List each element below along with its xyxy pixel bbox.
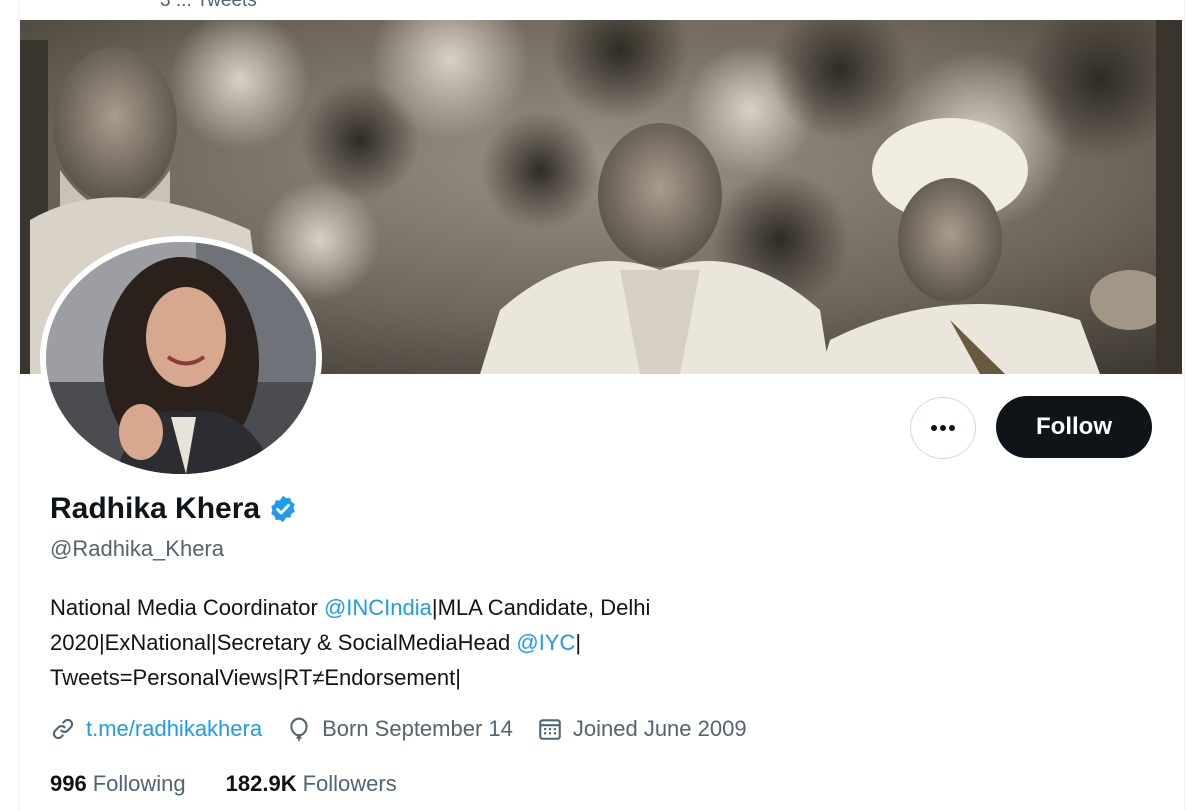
avatar[interactable] — [46, 242, 316, 474]
mention-link-iyc[interactable]: @IYC — [516, 630, 575, 655]
followers-count: 182.9K — [225, 771, 297, 796]
bio-text: National Media Coordinator — [50, 595, 324, 620]
bio-line: 2020|ExNational|Secretary & SocialMediaH… — [50, 625, 890, 660]
profile-meta: t.me/radhikakhera Born September 14 Join… — [50, 716, 771, 742]
website-link[interactable]: t.me/radhikakhera — [86, 716, 262, 742]
bio-text: 2020|ExNational|Secretary & SocialMediaH… — [50, 630, 517, 655]
more-options-button[interactable] — [910, 397, 976, 459]
link-icon — [52, 718, 74, 740]
follow-button[interactable]: Follow — [996, 396, 1152, 458]
joined-text: Joined June 2009 — [572, 716, 747, 741]
following-count: 996 — [50, 771, 87, 796]
profile-page: 3 ... Tweets Follow Radhika Khera @Radhi… — [0, 0, 1200, 810]
verified-badge-icon[interactable] — [268, 494, 298, 524]
bio-text: | — [575, 630, 582, 655]
followers-label: Followers — [302, 771, 397, 796]
bio-line: Tweets=PersonalViews|RT≠Endorsement| — [50, 665, 461, 690]
profile-bio: National Media Coordinator @INCIndia|MLA… — [50, 590, 890, 695]
name-row: Radhika Khera — [50, 489, 298, 529]
balloon-icon — [290, 717, 308, 742]
display-name: Radhika Khera — [50, 492, 261, 525]
bio-text: |MLA Candidate, Delhi — [431, 595, 651, 620]
mention-link-incindia[interactable]: @INCIndia — [324, 595, 432, 620]
more-horizontal-icon — [931, 425, 955, 431]
calendar-icon — [539, 719, 561, 740]
followers-link[interactable]: 182.9K Followers — [226, 771, 397, 797]
avatar-photo — [46, 242, 316, 474]
joined-item: Joined June 2009 — [537, 716, 747, 742]
following-label: Following — [92, 771, 186, 796]
bio-line: National Media Coordinator @INCIndia|MLA… — [50, 590, 890, 625]
website-item[interactable]: t.me/radhikakhera — [50, 716, 262, 742]
tweet-count-text: 3 ... Tweets — [160, 0, 257, 11]
birthday-item: Born September 14 — [286, 716, 513, 742]
follow-stats: 996 Following 182.9K Followers — [50, 771, 437, 797]
birthday-text: Born September 14 — [322, 716, 513, 741]
header-strip: 3 ... Tweets — [0, 0, 1200, 20]
username-handle: @Radhika_Khera — [50, 536, 224, 561]
following-link[interactable]: 996 Following — [50, 771, 186, 797]
